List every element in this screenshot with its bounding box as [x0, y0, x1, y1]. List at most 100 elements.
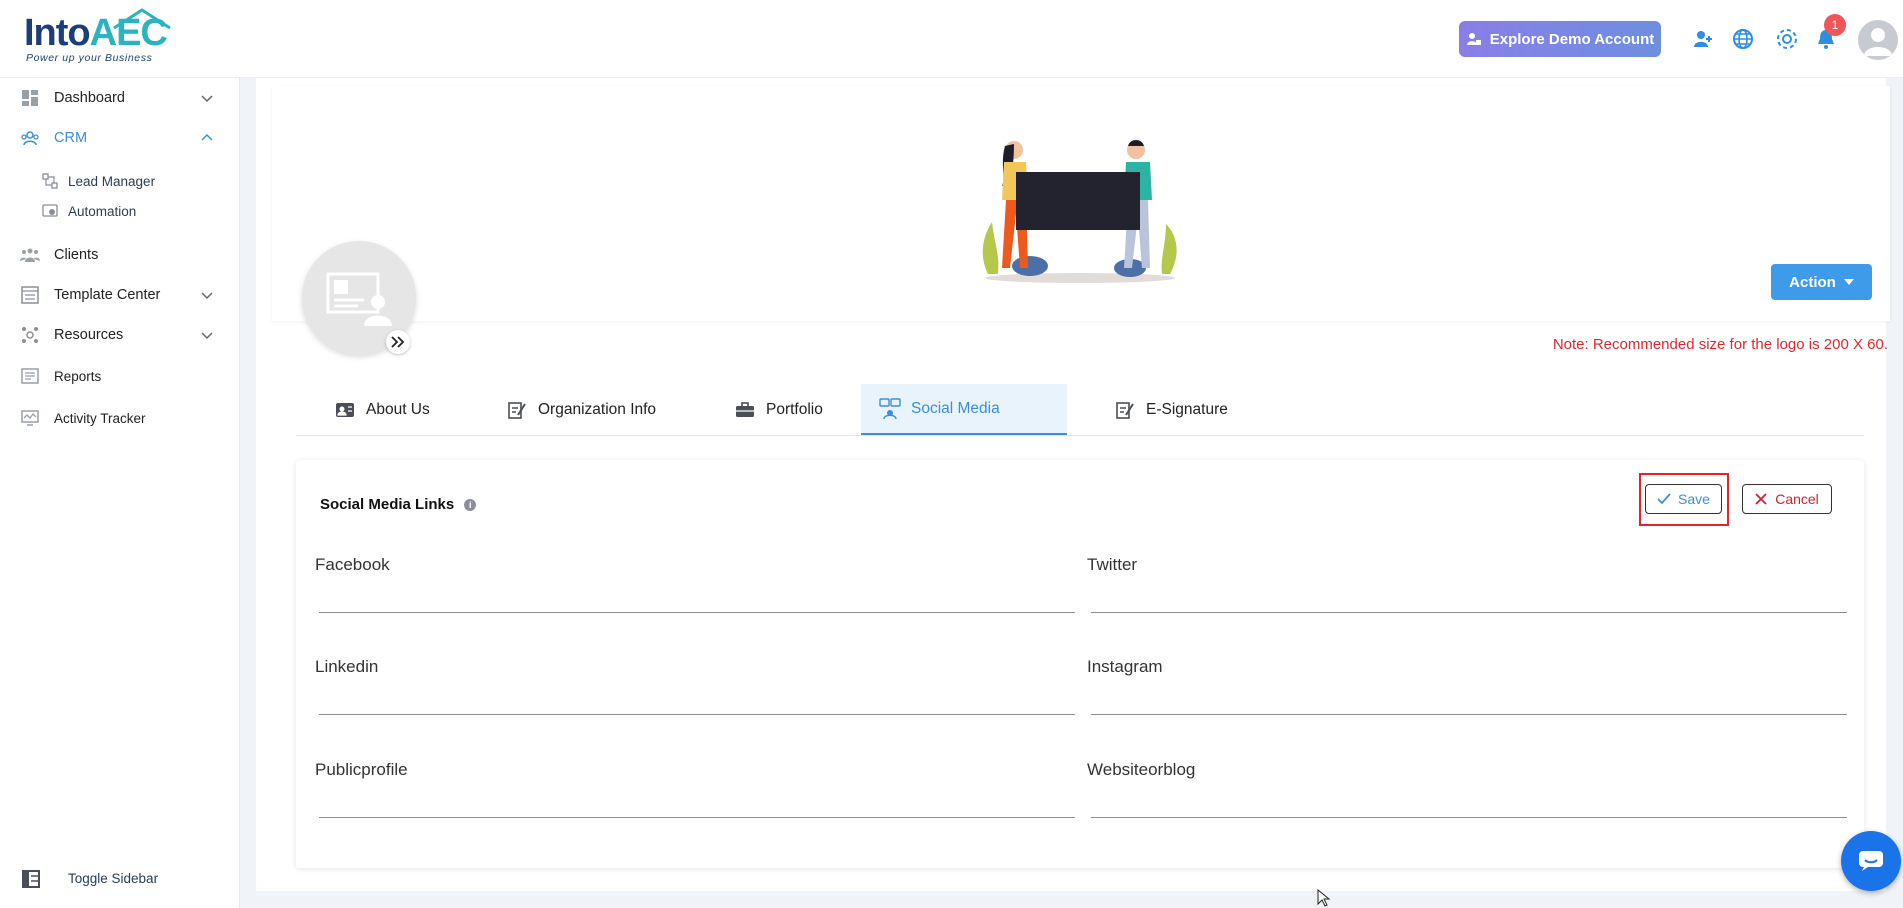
sidebar-item-automation[interactable]: Automation: [0, 197, 240, 225]
publicprofile-field: Publicprofile: [315, 760, 1075, 818]
crm-icon: [20, 128, 40, 148]
briefcase-icon: [734, 400, 756, 420]
user-avatar[interactable]: [1858, 20, 1898, 60]
mouse-cursor-icon: [1317, 889, 1331, 907]
chat-widget-button[interactable]: [1841, 831, 1901, 891]
avatar-icon: [1864, 28, 1892, 56]
app-logo[interactable]: IntoAEC Power up your Business: [24, 8, 184, 66]
tab-label: Social Media: [911, 399, 1000, 417]
profile-tabs: About Us Organization Info Portfolio Soc…: [296, 384, 1864, 436]
info-icon[interactable]: i: [464, 498, 477, 511]
websiteorblog-field: Websiteorblog: [1087, 760, 1847, 818]
tab-e-signature[interactable]: E-Signature: [1096, 384, 1246, 435]
toggle-sidebar-button[interactable]: Toggle Sidebar: [0, 862, 240, 896]
instagram-input[interactable]: [1091, 687, 1847, 715]
toggle-sidebar-label: Toggle Sidebar: [68, 871, 159, 886]
save-label: Save: [1678, 491, 1710, 507]
tab-label: Portfolio: [766, 400, 823, 418]
sidebar-item-label: Activity Tracker: [54, 410, 146, 426]
websiteorblog-input[interactable]: [1091, 790, 1847, 818]
tab-label: E-Signature: [1146, 400, 1228, 418]
publicprofile-label: Publicprofile: [315, 760, 408, 779]
social-media-title: Social Media Links i: [320, 496, 477, 513]
tab-portfolio[interactable]: Portfolio: [716, 384, 841, 435]
sidebar-item-label: Resources: [54, 327, 124, 343]
logo-size-note: Note: Recommended size for the logo is 2…: [1552, 336, 1888, 353]
dashboard-icon: [20, 88, 40, 108]
lead-manager-icon: [42, 173, 58, 189]
logo-tagline: Power up your Business: [26, 52, 153, 64]
facebook-field: Facebook: [315, 555, 1075, 613]
chevron-up-icon: [201, 133, 213, 141]
globe-icon[interactable]: [1730, 26, 1756, 52]
id-card-icon: [334, 400, 356, 420]
sidebar-item-label: CRM: [54, 130, 88, 146]
social-media-title-text: Social Media Links: [320, 496, 455, 513]
twitter-input[interactable]: [1091, 585, 1847, 613]
chat-icon: [1859, 851, 1883, 871]
action-dropdown-button[interactable]: Action: [1771, 264, 1872, 300]
user-lock-icon: [1466, 33, 1481, 45]
add-user-icon[interactable]: [1690, 26, 1716, 52]
tab-organization-info[interactable]: Organization Info: [488, 384, 674, 435]
expand-icon[interactable]: [386, 330, 410, 354]
chevron-down-icon: [201, 292, 213, 300]
sidebar-item-label: Reports: [54, 368, 102, 384]
close-icon: [1755, 493, 1767, 505]
logo-main-text: Into: [24, 12, 91, 54]
facebook-input[interactable]: [319, 585, 1075, 613]
edit-doc-icon: [506, 400, 528, 420]
sidebar-item-label: Lead Manager: [68, 173, 156, 189]
tab-social-media[interactable]: Social Media: [861, 384, 1067, 435]
sidebar-item-activity-tracker[interactable]: Activity Tracker: [0, 401, 240, 435]
sidebar-item-dashboard[interactable]: Dashboard: [0, 81, 240, 115]
sidebar-item-label: Clients: [54, 247, 99, 263]
explore-demo-label: Explore Demo Account: [1489, 30, 1655, 48]
action-label: Action: [1789, 273, 1836, 291]
sidebar-toggle-icon: [22, 870, 40, 888]
clients-icon: [20, 245, 40, 265]
chevron-down-icon: [201, 332, 213, 340]
resources-icon: [20, 325, 40, 345]
sidebar-item-label: Dashboard: [54, 90, 125, 106]
social-icon: [879, 397, 901, 419]
linkedin-label: Linkedin: [315, 657, 379, 676]
explore-demo-button[interactable]: Explore Demo Account: [1459, 21, 1661, 57]
sidebar-item-label: Template Center: [54, 287, 161, 303]
sidebar: Dashboard CRM Lead Manager Automation Cl…: [0, 78, 240, 908]
instagram-field: Instagram: [1087, 657, 1847, 715]
top-header: IntoAEC Power up your Business Explore D…: [0, 0, 1903, 78]
notification-badge: 1: [1824, 14, 1846, 36]
tab-about-us[interactable]: About Us: [316, 384, 448, 435]
twitter-field: Twitter: [1087, 555, 1847, 613]
template-icon: [20, 285, 40, 305]
profile-card-icon: [326, 272, 392, 326]
sidebar-item-lead-manager[interactable]: Lead Manager: [0, 167, 240, 195]
linkedin-input[interactable]: [319, 687, 1075, 715]
chevron-down-icon: [201, 95, 213, 103]
cancel-button[interactable]: Cancel: [1742, 484, 1832, 514]
facebook-label: Facebook: [315, 555, 390, 574]
websiteorblog-label: Websiteorblog: [1087, 760, 1196, 779]
reports-icon: [20, 366, 40, 386]
tab-label: About Us: [366, 400, 430, 418]
caret-down-icon: [1843, 279, 1854, 285]
sidebar-item-reports[interactable]: Reports: [0, 359, 240, 393]
gear-icon[interactable]: [1774, 26, 1800, 52]
automation-icon: [42, 204, 58, 217]
sidebar-item-crm[interactable]: CRM: [0, 121, 240, 155]
check-icon: [1657, 493, 1671, 505]
banner-illustration: [982, 140, 1177, 283]
cancel-label: Cancel: [1775, 491, 1819, 507]
save-button[interactable]: Save: [1645, 484, 1722, 514]
tab-label: Organization Info: [538, 400, 657, 418]
sidebar-item-clients[interactable]: Clients: [0, 238, 240, 272]
activity-icon: [20, 408, 40, 428]
sidebar-item-resources[interactable]: Resources: [0, 318, 240, 352]
publicprofile-input[interactable]: [319, 790, 1075, 818]
twitter-label: Twitter: [1087, 555, 1138, 574]
signature-icon: [1114, 400, 1136, 420]
linkedin-field: Linkedin: [315, 657, 1075, 715]
instagram-label: Instagram: [1087, 657, 1163, 676]
sidebar-item-template-center[interactable]: Template Center: [0, 278, 240, 312]
